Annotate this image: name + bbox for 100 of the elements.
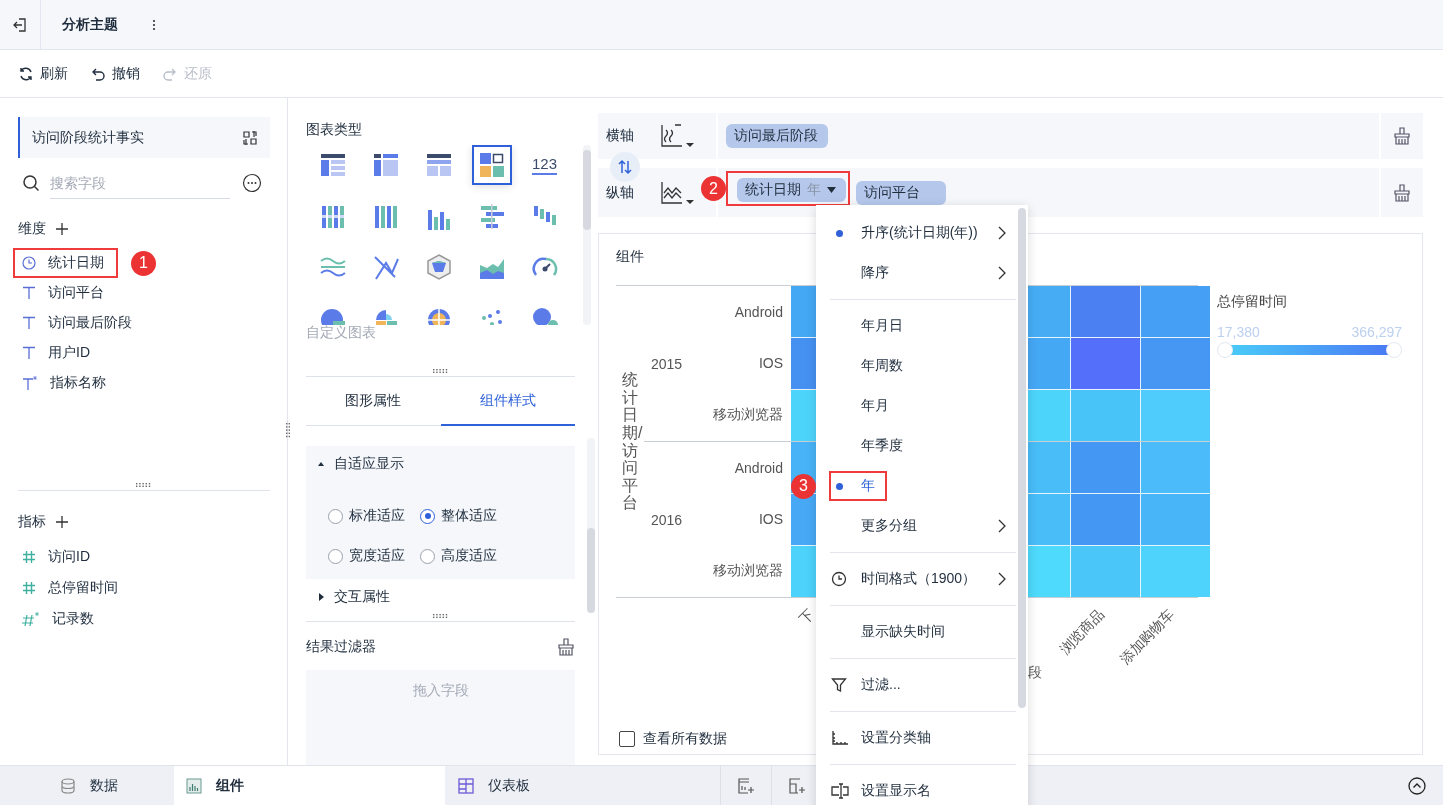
calculated-number-icon	[22, 611, 40, 626]
switch-icon[interactable]	[242, 129, 258, 146]
radio-option[interactable]: 标准适应	[328, 507, 420, 525]
step-badge: 1	[131, 250, 156, 276]
grouptable-chart-icon	[424, 151, 453, 179]
field-item[interactable]: 总停留时间	[48, 578, 118, 597]
radio-circle[interactable]	[420, 508, 435, 524]
row-label: 移动浏览器	[712, 562, 784, 580]
chart-type-option[interactable]	[471, 145, 512, 185]
number-type-icon	[22, 549, 36, 564]
clock-icon	[831, 571, 847, 587]
plus-icon[interactable]	[56, 223, 68, 235]
y-axis-title: 统计日期/访问平台	[621, 371, 644, 512]
toolbar-button[interactable]: 刷新	[18, 64, 68, 83]
plus-icon[interactable]	[56, 516, 68, 528]
bottom-tab[interactable]: 仪表板	[445, 766, 720, 805]
menu-item[interactable]: 设置显示名	[816, 771, 1028, 805]
toolbar-button[interactable]: 撤销	[90, 64, 140, 83]
field-pill[interactable]: 访问最后阶段	[726, 124, 828, 148]
calculated-text-icon	[22, 376, 38, 390]
search-field[interactable]: 搜索字段	[50, 167, 230, 199]
dataset-name: 访问阶段统计事实	[32, 128, 144, 147]
drag-handle-icon[interactable]	[432, 614, 449, 618]
scrollbar-thumb[interactable]	[583, 150, 591, 230]
search-icon[interactable]	[22, 174, 40, 192]
swap-arrows-icon	[617, 159, 633, 175]
axis-label: 横轴	[606, 127, 634, 145]
bar-chart-icon	[186, 777, 202, 794]
wave-chart-icon	[659, 124, 683, 148]
section-title: 指标	[18, 513, 46, 531]
scrollbar-thumb[interactable]	[587, 528, 595, 613]
field-item[interactable]: 访问最后阶段	[48, 314, 132, 332]
component-title: 组件	[616, 248, 644, 266]
dataset-selector[interactable]: 访问阶段统计事实	[18, 117, 270, 158]
field-item[interactable]: 统计日期	[48, 254, 104, 272]
menu-item[interactable]: 年月	[816, 386, 1028, 426]
broom-icon[interactable]	[1393, 127, 1411, 145]
legend-title: 总停留时间	[1217, 293, 1288, 311]
radio-option[interactable]: 高度适应	[420, 547, 530, 565]
broom-icon[interactable]	[557, 638, 575, 656]
row-group-label: 2015	[650, 355, 684, 372]
menu-item[interactable]: 降序	[816, 253, 1028, 293]
exit-icon[interactable]	[12, 16, 28, 33]
field-item[interactable]: 记录数	[52, 609, 94, 628]
field-item[interactable]: 访问平台	[48, 284, 104, 302]
menu-item[interactable]: 过滤...	[816, 665, 1028, 705]
section-title: 维度	[18, 220, 46, 238]
bottom-tab[interactable]: 数据	[0, 766, 174, 805]
axis-icon	[831, 730, 849, 746]
radio-circle[interactable]	[328, 508, 343, 524]
text-type-icon	[22, 346, 36, 360]
radio-option[interactable]: 整体适应	[420, 507, 530, 525]
field-item[interactable]: 访问ID	[48, 547, 90, 566]
field-item[interactable]: 用户ID	[48, 344, 90, 362]
more-icon[interactable]	[242, 173, 262, 193]
step-badge: 2	[701, 176, 726, 201]
row-label: 移动浏览器	[712, 406, 784, 424]
x-axis-label: 下	[796, 606, 819, 629]
more-vertical-icon[interactable]	[152, 18, 156, 31]
axis-type-button[interactable]	[659, 124, 694, 148]
legend-min: 17,380	[1217, 324, 1260, 340]
section-header[interactable]: 自适应显示	[334, 454, 404, 473]
menu-item[interactable]: 升序(统计日期(年))	[816, 213, 1028, 253]
menu-item[interactable]: 年季度	[816, 426, 1028, 466]
property-tab[interactable]: 组件样式	[440, 377, 575, 426]
menu-item[interactable]: 年月日	[816, 306, 1028, 346]
show-all-checkbox[interactable]	[619, 731, 635, 747]
collapse-up-icon[interactable]	[1408, 776, 1426, 795]
property-tab[interactable]: 图形属性	[306, 377, 441, 426]
scrollbar-thumb[interactable]	[1018, 208, 1026, 708]
caret-icon[interactable]	[827, 187, 836, 193]
section-header[interactable]: 交互属性	[334, 588, 390, 606]
radio-option[interactable]: 宽度适应	[328, 547, 420, 565]
drag-handle-icon[interactable]	[286, 423, 290, 439]
heatmap-chart-icon	[477, 151, 506, 179]
crosstable-chart-icon	[371, 151, 400, 179]
field-item[interactable]: 指标名称	[50, 374, 106, 392]
field-pill[interactable]: 统计日期 年	[737, 178, 846, 202]
menu-item[interactable]: 显示缺失时间	[816, 612, 1028, 652]
dashboard-icon	[458, 777, 474, 794]
x-axis-title: 段	[1028, 664, 1042, 680]
drag-handle-icon[interactable]	[432, 369, 449, 373]
chart-type-option[interactable]: 123	[524, 145, 565, 185]
filter-icon	[831, 677, 847, 693]
bottom-tab[interactable]: 组件	[174, 766, 445, 805]
radio-circle[interactable]	[420, 548, 435, 564]
legend-max: 366,297	[1351, 324, 1402, 340]
radio-circle[interactable]	[328, 548, 343, 564]
field-pill[interactable]: 访问平台	[856, 180, 946, 205]
checkbox-label: 查看所有数据	[643, 730, 727, 748]
broom-icon[interactable]	[1393, 183, 1411, 202]
cross-line-chart-icon	[371, 253, 400, 281]
text-type-icon	[22, 286, 36, 300]
row-label: IOS	[757, 355, 784, 371]
menu-item[interactable]: 设置分类轴	[816, 718, 1028, 758]
axis-type-button[interactable]	[659, 180, 694, 205]
drag-handle-icon[interactable]	[136, 483, 152, 487]
axis-label: 纵轴	[606, 183, 634, 202]
database-icon	[60, 777, 76, 794]
expand-triangle-icon[interactable]	[317, 593, 325, 601]
